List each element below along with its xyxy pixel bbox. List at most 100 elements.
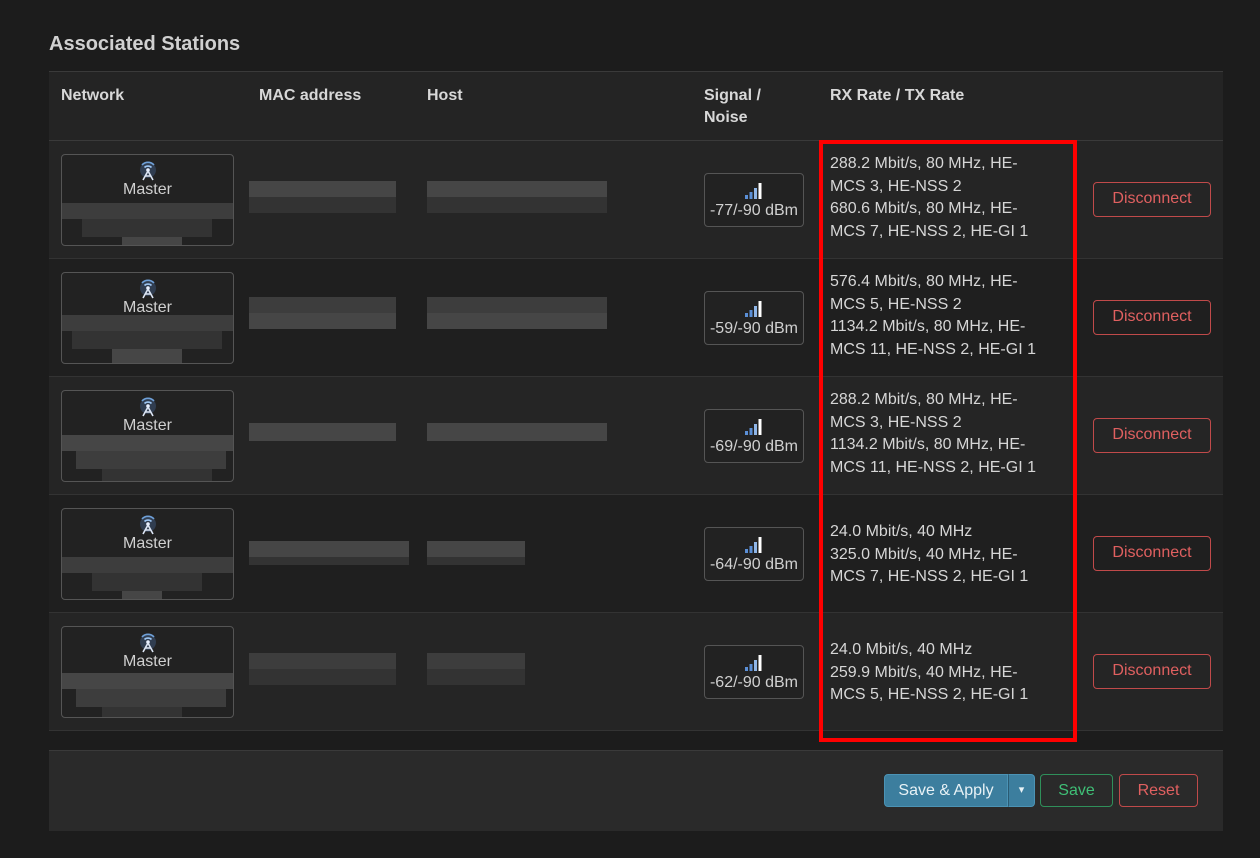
redacted-block [82, 219, 212, 237]
reset-button[interactable]: Reset [1119, 774, 1198, 807]
col-signal: Signal / Noise [704, 85, 761, 129]
redacted-block [112, 349, 182, 363]
network-badge: Master [61, 272, 234, 364]
redacted-block [122, 237, 182, 245]
rate-line: 288.2 Mbit/s, 80 MHz, HE- [830, 155, 1018, 172]
redacted-block [249, 197, 396, 213]
rate-line: MCS 5, HE-NSS 2, HE-GI 1 [830, 686, 1029, 703]
rate-info: 288.2 Mbit/s, 80 MHz, HE- MCS 3, HE-NSS 2… [830, 153, 1060, 243]
disconnect-button[interactable]: Disconnect [1093, 536, 1211, 571]
signal-value: -59/-90 dBm [709, 320, 799, 337]
rate-info: 24.0 Mbit/s, 40 MHz 325.0 Mbit/s, 40 MHz,… [830, 521, 1060, 589]
wifi-antenna-icon [137, 515, 159, 535]
disconnect-button[interactable]: Disconnect [1093, 418, 1211, 453]
redacted-block [62, 557, 233, 573]
network-mode: Master [123, 181, 172, 198]
rate-line: MCS 11, HE-NSS 2, HE-GI 1 [830, 340, 1036, 358]
network-badge: Master [61, 390, 234, 482]
redacted-block [427, 423, 607, 441]
signal-badge: -69/-90 dBm [704, 409, 804, 463]
rate-line: 325.0 Mbit/s, 40 MHz, HE- [830, 545, 1018, 563]
col-signal-line1: Signal / [704, 87, 761, 104]
rate-line: 259.9 Mbit/s, 40 MHz, HE- [830, 663, 1018, 681]
redacted-block [249, 297, 396, 313]
redacted-block [62, 203, 233, 219]
disconnect-button[interactable]: Disconnect [1093, 300, 1211, 335]
redacted-block [102, 707, 182, 717]
signal-bars-icon [744, 182, 764, 200]
rate-line: 576.4 Mbit/s, 80 MHz, HE- [830, 273, 1018, 290]
signal-badge: -77/-90 dBm [704, 173, 804, 227]
disconnect-button[interactable]: Disconnect [1093, 654, 1211, 689]
redacted-block [427, 181, 607, 197]
rate-line: MCS 7, HE-NSS 2, HE-GI 1 [830, 568, 1029, 585]
signal-bars-icon [744, 300, 764, 318]
wifi-antenna-icon [137, 279, 159, 299]
col-mac: MAC address [259, 87, 362, 104]
chevron-down-icon: ▾ [1018, 784, 1025, 796]
redacted-block [427, 669, 525, 685]
section-title: Associated Stations [49, 33, 241, 55]
table-row: Master -64/-90 dBm 24.0 Mbit/s, 40 MHz 32… [49, 495, 1223, 613]
redacted-block [76, 451, 226, 469]
save-apply-label: Save & Apply [898, 782, 994, 799]
redacted-block [62, 673, 233, 689]
redacted-block [249, 181, 396, 197]
rate-line: 288.2 Mbit/s, 80 MHz, HE- [830, 391, 1018, 408]
redacted-block [72, 331, 222, 349]
signal-value: -62/-90 dBm [709, 674, 799, 691]
rate-line: MCS 11, HE-NSS 2, HE-GI 1 [830, 458, 1036, 476]
signal-badge: -59/-90 dBm [704, 291, 804, 345]
redacted-block [249, 669, 396, 685]
rate-line: 24.0 Mbit/s, 40 MHz [830, 523, 973, 540]
rate-info: 24.0 Mbit/s, 40 MHz 259.9 Mbit/s, 40 MHz,… [830, 639, 1060, 707]
network-badge: Master [61, 154, 234, 246]
redacted-block [102, 469, 212, 481]
redacted-block [122, 591, 162, 599]
signal-value: -69/-90 dBm [709, 438, 799, 455]
wifi-antenna-icon [137, 397, 159, 417]
redacted-block [249, 313, 396, 329]
rate-line: 24.0 Mbit/s, 40 MHz [830, 641, 973, 658]
col-host: Host [427, 87, 463, 104]
redacted-block [76, 689, 226, 707]
redacted-block [427, 197, 607, 213]
redacted-block [249, 423, 396, 441]
redacted-block [427, 313, 607, 329]
rate-line: MCS 7, HE-NSS 2, HE-GI 1 [830, 222, 1029, 240]
signal-badge: -62/-90 dBm [704, 645, 804, 699]
save-apply-dropdown[interactable]: ▾ [1008, 774, 1035, 807]
table-row: Master -77/-90 dBm 288.2 Mbit/s, 80 MHz,… [49, 141, 1223, 259]
network-mode: Master [123, 653, 172, 670]
save-apply-button[interactable]: Save & Apply [884, 774, 1008, 807]
signal-bars-icon [744, 654, 764, 672]
rate-line: MCS 3, HE-NSS 2 [830, 413, 962, 431]
redacted-block [427, 297, 607, 313]
network-badge: Master [61, 626, 234, 718]
form-actions: Save & Apply ▾ Save Reset [49, 750, 1223, 831]
signal-value: -64/-90 dBm [709, 556, 799, 573]
redacted-block [427, 557, 525, 565]
signal-bars-icon [744, 536, 764, 554]
col-rate: RX Rate / TX Rate [830, 87, 965, 104]
network-mode: Master [123, 535, 172, 552]
rate-line: MCS 5, HE-NSS 2 [830, 295, 962, 313]
redacted-block [62, 315, 233, 331]
wifi-antenna-icon [137, 633, 159, 653]
rate-line: 1134.2 Mbit/s, 80 MHz, HE- [830, 436, 1026, 453]
network-badge: Master [61, 508, 234, 600]
table-row: Master -69/-90 dBm 288.2 Mbit/s, 80 MHz,… [49, 377, 1223, 495]
rate-line: 680.6 Mbit/s, 80 MHz, HE- [830, 200, 1018, 217]
stations-table: Network MAC address Host Signal / Noise … [49, 71, 1223, 731]
table-row: Master -59/-90 dBm 576.4 Mbit/s, 80 MHz,… [49, 259, 1223, 377]
disconnect-button[interactable]: Disconnect [1093, 182, 1211, 217]
signal-badge: -64/-90 dBm [704, 527, 804, 581]
redacted-block [249, 653, 396, 669]
wifi-antenna-icon [137, 161, 159, 181]
col-signal-line2: Noise [704, 109, 748, 126]
table-row: Master -62/-90 dBm 24.0 Mbit/s, 40 MHz 25… [49, 613, 1223, 731]
rate-info: 576.4 Mbit/s, 80 MHz, HE- MCS 5, HE-NSS 2… [830, 271, 1060, 361]
redacted-block [249, 541, 409, 557]
rate-line: 1134.2 Mbit/s, 80 MHz, HE- [830, 318, 1026, 335]
save-button[interactable]: Save [1040, 774, 1113, 807]
